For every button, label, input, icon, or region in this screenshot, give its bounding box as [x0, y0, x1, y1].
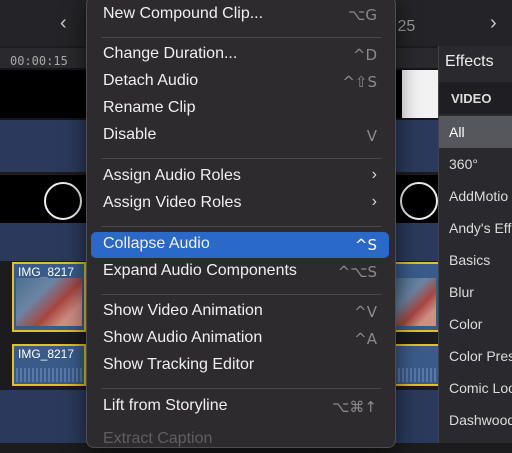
- clip-thumbnail: [402, 70, 438, 118]
- menu-item-shortcut: V: [366, 127, 377, 145]
- effects-category[interactable]: Andy's Eff: [439, 212, 512, 244]
- effects-category[interactable]: Blur: [439, 276, 512, 308]
- menu-item-shortcut: ^⇧S: [342, 73, 377, 91]
- menu-item-label: Change Duration...: [103, 45, 238, 62]
- audio-waveform: [398, 368, 436, 382]
- menu-item-label: Extract Caption: [103, 430, 213, 447]
- previous-arrow-icon[interactable]: ‹: [60, 12, 67, 35]
- menu-item-show-tracking-editor[interactable]: Show Tracking Editor: [91, 353, 389, 379]
- spiderweb-icon: [400, 182, 438, 220]
- audio-clip[interactable]: [394, 344, 440, 386]
- effects-section-label: VIDEO: [451, 91, 492, 106]
- effects-category-label: Color: [449, 316, 483, 332]
- effects-category-all[interactable]: All: [439, 116, 512, 148]
- menu-item-label: Expand Audio Components: [103, 262, 297, 279]
- menu-item-shortcut: ^S: [354, 236, 377, 254]
- effects-category[interactable]: Dashwood: [439, 404, 512, 436]
- clip-thumbnail: [16, 278, 82, 326]
- menu-item-label: Show Video Animation: [103, 302, 263, 319]
- effects-category-label: Andy's Eff: [449, 220, 512, 236]
- effects-category-label: Color Pres: [449, 348, 512, 364]
- next-arrow-icon[interactable]: ›: [490, 12, 497, 35]
- menu-item-shortcut: ^V: [354, 303, 377, 321]
- ruler-timecode: 00:00:15: [10, 54, 68, 68]
- menu-item-label: Show Audio Animation: [103, 329, 263, 346]
- clip-thumbnail: [0, 70, 86, 118]
- effects-category[interactable]: 360°: [439, 148, 512, 180]
- menu-item-shortcut: ⌥G: [348, 6, 377, 24]
- effects-category-label: Comic Loo: [449, 380, 512, 396]
- submenu-chevron-icon: ›: [371, 166, 377, 183]
- menu-item-extract-caption[interactable]: Extract Caption: [91, 427, 389, 453]
- menu-item-rename-clip[interactable]: Rename Clip: [91, 96, 389, 122]
- menu-item-expand-audio-components[interactable]: Expand Audio Components ^⌥S: [91, 259, 389, 285]
- menu-item-label: Detach Audio: [103, 72, 199, 89]
- menu-separator: [101, 158, 381, 159]
- effects-category-label: AddMotio: [449, 188, 509, 204]
- menu-separator: [101, 37, 381, 38]
- effects-category[interactable]: AddMotio: [439, 180, 512, 212]
- clip-label: IMG_8217: [18, 347, 75, 361]
- menu-item-assign-video-roles[interactable]: Assign Video Roles ›: [91, 191, 389, 217]
- menu-item-label: New Compound Clip...: [103, 5, 264, 22]
- menu-separator: [101, 388, 381, 389]
- menu-item-label: Assign Audio Roles: [103, 167, 241, 184]
- audio-clip[interactable]: IMG_8217: [12, 344, 86, 386]
- effects-category[interactable]: Basics: [439, 244, 512, 276]
- menu-item-new-compound-clip[interactable]: New Compound Clip... ⌥G: [91, 2, 389, 28]
- effects-category[interactable]: Color Pres: [439, 340, 512, 372]
- menu-item-change-duration[interactable]: Change Duration... ^D: [91, 42, 389, 68]
- menu-item-label: Show Tracking Editor: [103, 356, 255, 373]
- effects-category-label: Dashwood: [449, 412, 512, 428]
- effects-section-header: VIDEO: [439, 82, 512, 114]
- effects-category-label: 360°: [449, 156, 478, 172]
- effects-category-label: Basics: [449, 252, 491, 268]
- menu-item-label: Rename Clip: [103, 99, 196, 116]
- menu-item-lift-from-storyline[interactable]: Lift from Storyline ⌥⌘↑: [91, 394, 389, 420]
- menu-separator: [101, 294, 381, 295]
- timeline-time-readout: :25: [393, 18, 416, 35]
- effects-title: Effects: [445, 53, 494, 70]
- menu-item-show-audio-animation[interactable]: Show Audio Animation ^A: [91, 326, 389, 352]
- menu-item-shortcut: ^⌥S: [337, 263, 377, 281]
- effects-category[interactable]: Color: [439, 308, 512, 340]
- effects-category-label: All: [449, 124, 465, 140]
- menu-item-label: Disable: [103, 126, 157, 143]
- menu-item-detach-audio[interactable]: Detach Audio ^⇧S: [91, 69, 389, 95]
- menu-item-label: Collapse Audio: [103, 235, 210, 252]
- menu-item-label: Lift from Storyline: [103, 397, 228, 414]
- menu-item-label: Assign Video Roles: [103, 194, 242, 211]
- audio-waveform: [16, 368, 82, 382]
- menu-item-assign-audio-roles[interactable]: Assign Audio Roles ›: [91, 164, 389, 190]
- menu-item-shortcut: ^D: [352, 46, 377, 64]
- spiderweb-icon: [44, 182, 82, 220]
- effects-category-label: Blur: [449, 284, 474, 300]
- menu-item-collapse-audio[interactable]: Collapse Audio ^S: [91, 232, 389, 258]
- menu-item-disable[interactable]: Disable V: [91, 123, 389, 149]
- clip-label: IMG_8217: [18, 265, 75, 279]
- menu-item-shortcut: ⌥⌘↑: [332, 398, 377, 416]
- clip-context-menu: New Compound Clip... ⌥G Change Duration.…: [86, 0, 396, 448]
- submenu-chevron-icon: ›: [371, 193, 377, 210]
- menu-item-shortcut: ^A: [354, 330, 377, 348]
- menu-item-show-video-animation[interactable]: Show Video Animation ^V: [91, 299, 389, 325]
- clip-thumbnail: [396, 278, 436, 326]
- effects-browser: Effects VIDEO All 360° AddMotio Andy's E…: [438, 46, 512, 443]
- menu-separator: [101, 226, 381, 227]
- effects-category[interactable]: Comic Loo: [439, 372, 512, 404]
